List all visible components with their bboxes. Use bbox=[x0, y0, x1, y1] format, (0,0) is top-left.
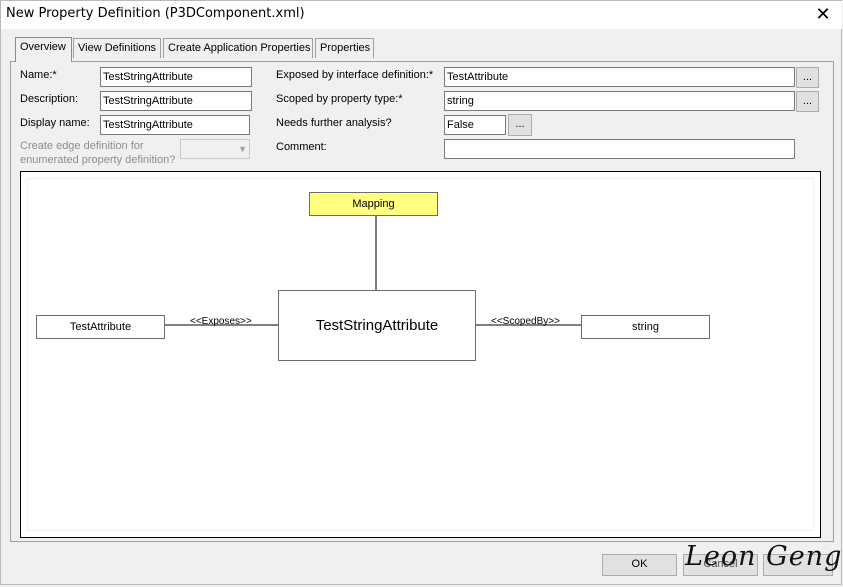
diagram-node-center[interactable]: TestStringAttribute bbox=[278, 290, 476, 361]
diagram-node-left[interactable]: TestAttribute bbox=[36, 315, 165, 339]
exposes-connector-label: <<Exposes>> bbox=[190, 316, 252, 327]
diagram-node-mapping[interactable]: Mapping bbox=[309, 192, 438, 216]
scopedby-connector-label: <<ScopedBy>> bbox=[491, 316, 560, 327]
tab-overview[interactable]: Overview bbox=[15, 37, 72, 62]
dialog-window: New Property Definition (P3DComponent.xm… bbox=[0, 0, 842, 585]
ok-button[interactable]: OK bbox=[602, 554, 677, 576]
tab-label: Overview bbox=[20, 41, 66, 53]
signature-watermark: Leon Geng bbox=[685, 541, 843, 572]
diagram-node-right[interactable]: string bbox=[581, 315, 710, 339]
